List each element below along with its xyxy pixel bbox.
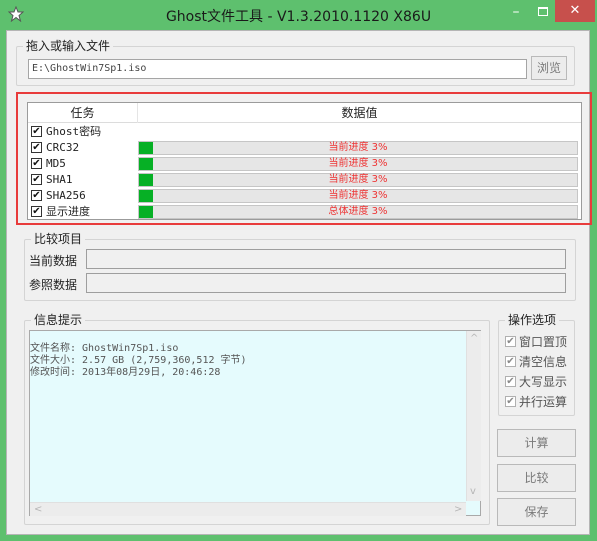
task-row[interactable]: ✔ Ghost密码 [28,124,581,140]
reference-data-label: 参照数据 [29,278,78,292]
file-path-input[interactable]: E:\GhostWin7Sp1.iso [28,59,527,79]
progress-text: 当前进度 3% [328,142,388,153]
task-checkbox[interactable]: ✔ [31,126,42,137]
compare-group-label: 比较项目 [31,232,86,246]
task-label: SHA256 [46,189,86,202]
scroll-left-icon[interactable]: < [34,505,42,515]
task-label: CRC32 [46,141,80,154]
horizontal-scrollbar[interactable]: < > [30,502,466,516]
info-textarea[interactable]: 文件名称: GhostWin7Sp1.iso 文件大小: 2.57 GB (2,… [29,330,481,516]
compare-button[interactable]: 比较 [497,464,576,492]
options-group-label: 操作选项 [505,313,560,327]
progress-text: 总体进度 3% [328,206,388,217]
option-checkbox[interactable]: ✔ [505,356,516,367]
task-checkbox[interactable]: ✔ [31,174,42,185]
option-checkbox[interactable]: ✔ [505,336,516,347]
task-label: Ghost密码 [46,125,102,138]
task-label: 显示进度 [46,205,90,218]
progress-text: 当前进度 3% [328,174,388,185]
progress-bar: 总体进度 3% [138,205,578,219]
progress-text: 当前进度 3% [328,158,388,169]
table-header: 任务 数据值 [28,103,581,123]
task-checkbox[interactable]: ✔ [31,158,42,169]
reference-data-field[interactable] [86,273,566,293]
title-bar[interactable]: Ghost文件工具 - V1.3.2010.1120 X86U – ✕ [0,0,597,30]
close-button[interactable]: ✕ [555,0,595,22]
save-button[interactable]: 保存 [497,498,576,526]
info-group-label: 信息提示 [31,313,86,327]
option-label: 窗口置顶 [519,335,568,349]
task-table: 任务 数据值 ✔ Ghost密码 ✔ CRC32 当前进度 3% ✔ MD5 当前进度 3% ✔… [27,102,582,220]
progress-bar: 当前进度 3% [138,157,578,171]
task-row[interactable]: ✔ 显示进度 总体进度 3% [28,204,581,220]
option-label: 并行运算 [519,395,568,409]
task-checkbox[interactable]: ✔ [31,190,42,201]
task-row[interactable]: ✔ MD5 当前进度 3% [28,156,581,172]
col-header-value[interactable]: 数据值 [138,103,581,123]
maximize-icon [538,7,548,16]
scroll-up-icon[interactable]: ^ [470,334,478,344]
option-label: 大写显示 [519,375,568,389]
option-label: 清空信息 [519,355,568,369]
scroll-right-icon[interactable]: > [454,505,462,515]
task-row[interactable]: ✔ CRC32 当前进度 3% [28,140,581,156]
file-group-label: 拖入或输入文件 [23,39,114,53]
scroll-down-icon[interactable]: v [470,487,476,497]
task-label: MD5 [46,157,66,170]
task-checkbox[interactable]: ✔ [31,206,42,217]
option-checkbox[interactable]: ✔ [505,376,516,387]
calculate-button[interactable]: 计算 [497,429,576,457]
progress-bar: 当前进度 3% [138,189,578,203]
info-text: 文件名称: GhostWin7Sp1.iso 文件大小: 2.57 GB (2,… [30,343,247,378]
col-header-task[interactable]: 任务 [28,103,138,123]
progress-bar: 当前进度 3% [138,173,578,187]
current-data-label: 当前数据 [29,254,78,268]
vertical-scrollbar[interactable]: ^ v [466,331,481,501]
current-data-field[interactable] [86,249,566,269]
task-row[interactable]: ✔ SHA1 当前进度 3% [28,172,581,188]
minimize-button[interactable]: – [502,2,530,22]
task-checkbox[interactable]: ✔ [31,142,42,153]
option-checkbox[interactable]: ✔ [505,396,516,407]
maximize-button[interactable] [531,2,555,22]
progress-text: 当前进度 3% [328,190,388,201]
task-label: SHA1 [46,173,73,186]
progress-bar: 当前进度 3% [138,141,578,155]
browse-button[interactable]: 浏览 [531,56,567,80]
task-row[interactable]: ✔ SHA256 当前进度 3% [28,188,581,204]
